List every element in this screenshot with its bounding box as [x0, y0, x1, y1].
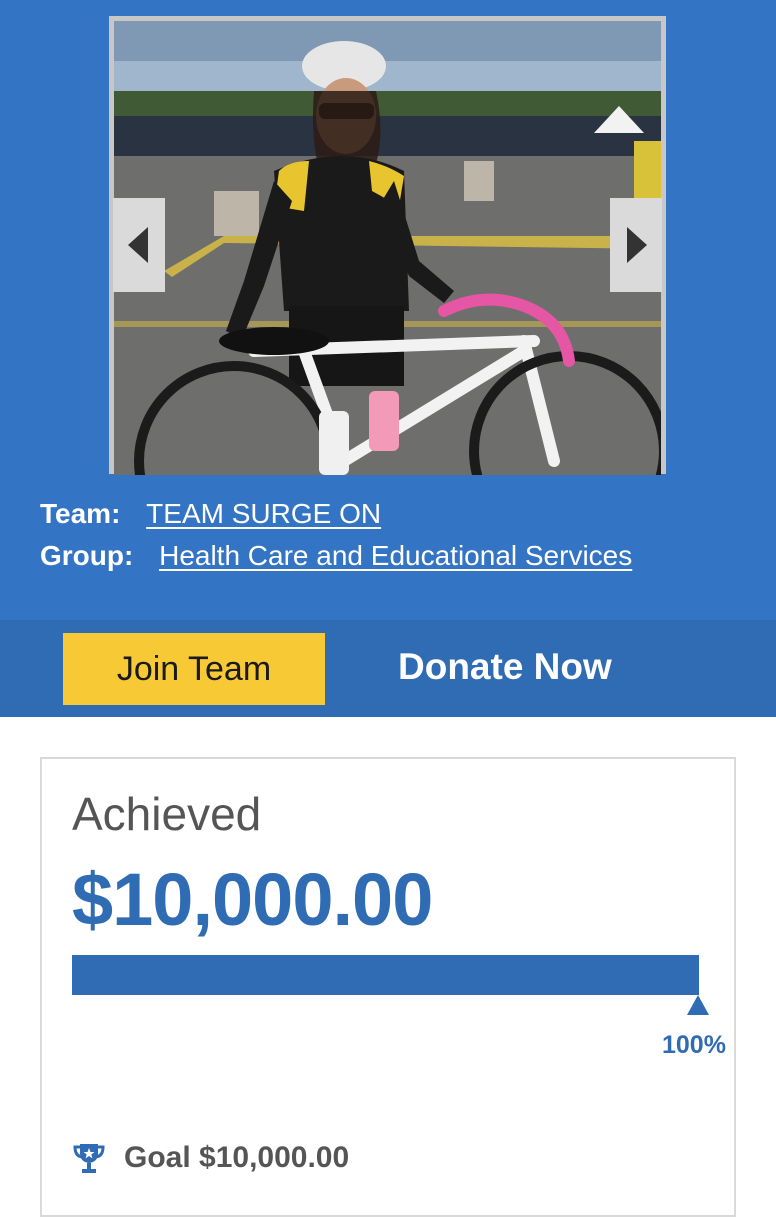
caret-left-icon [128, 227, 148, 263]
progress-bar [72, 955, 699, 995]
donate-now-button[interactable]: Donate Now [398, 646, 612, 688]
trophy-icon [73, 1144, 105, 1173]
join-team-button[interactable]: Join Team [63, 633, 325, 705]
action-bar: Join Team Donate Now [0, 620, 776, 717]
caret-right-icon [627, 227, 647, 263]
team-link[interactable]: TEAM SURGE ON [146, 498, 381, 529]
carousel-next-button[interactable] [610, 198, 662, 292]
photo-carousel [109, 16, 666, 475]
photo-illustration [114, 21, 661, 475]
progress-marker-icon [687, 995, 709, 1015]
achieved-amount: $10,000.00 [72, 858, 433, 941]
team-row: Team: TEAM SURGE ON [40, 498, 381, 530]
carousel-prev-button[interactable] [113, 198, 165, 292]
hero-section: Team: TEAM SURGE ON Group: Health Care a… [0, 0, 776, 620]
participant-photo [114, 21, 661, 475]
progress-percent: 100% [662, 1031, 726, 1059]
goal-row: Goal $10,000.00 [72, 1141, 349, 1175]
achieved-label: Achieved [72, 788, 262, 840]
group-link[interactable]: Health Care and Educational Services [159, 540, 632, 571]
progress-bar-fill [72, 955, 699, 995]
team-label: Team: [40, 498, 121, 529]
goal-amount: Goal $10,000.00 [124, 1141, 350, 1174]
group-label: Group: [40, 540, 134, 571]
fundraising-progress-card: Achieved $10,000.00 100% Goal $10,000.00 [40, 757, 736, 1217]
group-row: Group: Health Care and Educational Servi… [40, 540, 632, 572]
